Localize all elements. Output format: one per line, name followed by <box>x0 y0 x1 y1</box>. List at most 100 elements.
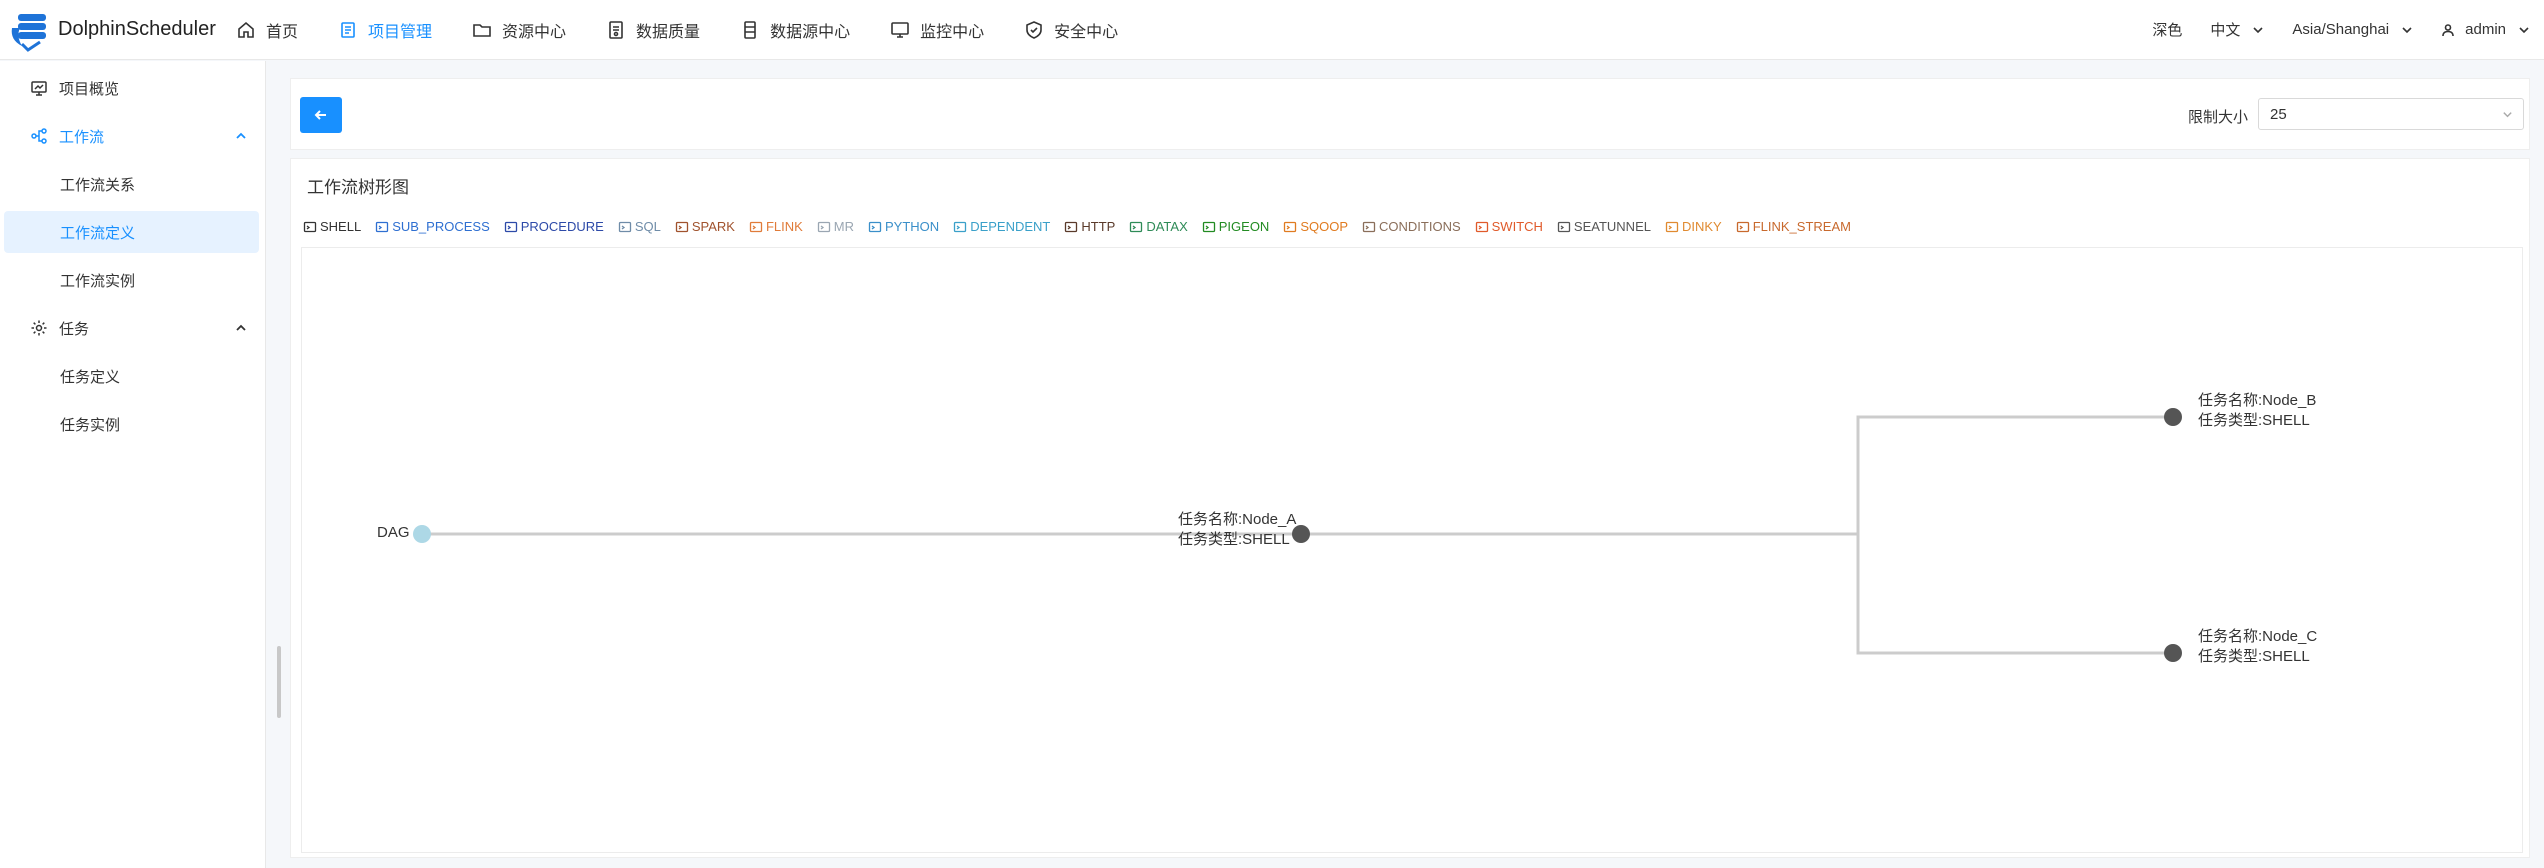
pigeon-icon <box>1202 221 1215 232</box>
monitor-icon <box>891 21 909 38</box>
sidebar-resize-handle[interactable] <box>277 646 281 718</box>
tree-node-root[interactable] <box>413 525 431 543</box>
home-icon <box>238 21 254 38</box>
tree-node-b[interactable] <box>2164 408 2182 426</box>
python-icon <box>868 221 882 232</box>
tree-canvas[interactable]: DAG 任务名称:Node_A 任务类型:SHELL 任务名称:Node_B 任… <box>301 247 2523 853</box>
sidebar-group-task[interactable]: 任务 <box>4 307 259 349</box>
header-right: 深色 中文 Asia/Shanghai admin <box>2138 0 2544 59</box>
dolphinscheduler-logo-icon <box>11 13 46 52</box>
node-name-line: 任务名称:Node_B <box>2198 392 2317 409</box>
workflow-icon <box>31 128 47 144</box>
timezone-select[interactable]: Asia/Shanghai <box>2278 21 2427 38</box>
legend-item-python: PYTHON <box>868 219 939 234</box>
legend-label: SWITCH <box>1491 219 1543 234</box>
nav-label: 安全中心 <box>1054 23 1119 41</box>
back-button[interactable] <box>300 97 342 133</box>
sidebar-item-label: 任务定义 <box>60 368 121 386</box>
nav-project[interactable]: 项目管理 <box>318 0 452 59</box>
theme-label: 深色 <box>2152 22 2183 39</box>
sidebar: 项目概览 工作流 工作流关系 工作流定义 工作流实例 任务 任务定义 任务实例 <box>0 61 266 868</box>
app-name: DolphinScheduler <box>58 18 216 40</box>
theme-toggle[interactable]: 深色 <box>2138 19 2196 40</box>
limit-size-select[interactable]: 25 <box>2258 98 2524 130</box>
language-select[interactable]: 中文 <box>2196 19 2278 40</box>
language-label: 中文 <box>2210 22 2241 39</box>
limit-size-label: 限制大小 <box>2188 109 2249 126</box>
legend-item-flink: FLINK <box>749 219 803 234</box>
legend-item-procedure: PROCEDURE <box>504 219 604 234</box>
legend-item-mr: MR <box>817 219 854 234</box>
tree-node-label-a: 任务名称:Node_A 任务类型:SHELL <box>1178 510 1296 550</box>
user-menu[interactable]: admin <box>2427 21 2544 38</box>
node-name-line: 任务名称:Node_A <box>1178 511 1297 528</box>
nav-data-quality[interactable]: 数据质量 <box>586 0 720 59</box>
legend-item-sub-process: SUB_PROCESS <box>375 219 490 234</box>
overview-icon <box>31 81 47 96</box>
legend-label: SQOOP <box>1300 219 1349 234</box>
data-quality-icon <box>609 20 623 39</box>
legend-label: PYTHON <box>885 219 940 234</box>
http-icon <box>1065 221 1078 232</box>
project-icon <box>341 21 355 38</box>
node-type-line: 任务类型:SHELL <box>1178 531 1290 548</box>
nav-home[interactable]: 首页 <box>216 0 318 59</box>
nav-resource[interactable]: 资源中心 <box>452 0 586 59</box>
sidebar-item-overview[interactable]: 项目概览 <box>4 67 259 109</box>
sidebar-item-workflow-instance[interactable]: 工作流实例 <box>4 259 259 301</box>
legend-item-http: HTTP <box>1064 219 1115 234</box>
datax-icon <box>1130 221 1143 232</box>
logo[interactable]: DolphinScheduler <box>6 6 216 54</box>
procedure-icon <box>504 221 517 232</box>
nav-security[interactable]: 安全中心 <box>1004 0 1138 59</box>
legend-label: SPARK <box>691 219 735 234</box>
legend-item-conditions: CONDITIONS <box>1362 219 1461 234</box>
flink-stream-icon <box>1736 221 1749 232</box>
switch-icon <box>1475 221 1488 232</box>
legend-label: DATAX <box>1146 219 1188 234</box>
seatunnel-icon <box>1557 221 1571 232</box>
tree-title: 工作流树形图 <box>307 178 409 197</box>
tree-link-a-c <box>1856 534 2173 655</box>
legend-item-datax: DATAX <box>1129 219 1188 234</box>
datasource-icon <box>744 20 756 39</box>
nav-label: 资源中心 <box>502 23 567 41</box>
task-type-legend: SHELL SUB_PROCESS PROCEDURE SQL SPARK FLINK MR… <box>303 219 1865 234</box>
tree-node-c[interactable] <box>2164 644 2182 662</box>
tree-svg <box>413 408 2182 662</box>
legend-label: CONDITIONS <box>1379 219 1461 234</box>
legend-item-sql: SQL <box>618 219 661 234</box>
legend-label: HTTP <box>1081 219 1116 234</box>
legend-label: FLINK_STREAM <box>1752 219 1851 234</box>
nav-datasource[interactable]: 数据源中心 <box>720 0 870 59</box>
node-type-line: 任务类型:SHELL <box>2198 648 2310 665</box>
nav-label: 数据源中心 <box>770 23 851 41</box>
nav-monitor[interactable]: 监控中心 <box>870 0 1004 59</box>
legend-label: FLINK <box>765 219 803 234</box>
sidebar-item-task-instance[interactable]: 任务实例 <box>4 403 259 445</box>
tree-link-a-b <box>1301 415 2173 536</box>
sidebar-item-task-definition[interactable]: 任务定义 <box>4 355 259 397</box>
legend-label: DINKY <box>1681 219 1722 234</box>
tree-node-label-b: 任务名称:Node_B 任务类型:SHELL <box>2198 391 2316 431</box>
gear-icon <box>31 320 47 336</box>
arrow-left-icon <box>314 110 326 120</box>
legend-item-spark: SPARK <box>675 219 735 234</box>
chevron-up-icon <box>236 324 246 331</box>
sidebar-item-workflow-relation[interactable]: 工作流关系 <box>4 163 259 205</box>
sidebar-item-label: 工作流实例 <box>60 272 136 290</box>
limit-size-value: 25 <box>2270 105 2287 123</box>
main-nav: 首页 项目管理 资源中心 数据质量 数据源中心 监控中心 安全中心 <box>216 0 1138 59</box>
legend-item-dependent: DEPENDENT <box>953 219 1050 234</box>
sub-process-icon <box>376 221 389 232</box>
sidebar-item-label: 项目概览 <box>59 80 120 98</box>
shell-icon <box>303 221 317 232</box>
node-type-line: 任务类型:SHELL <box>2198 412 2310 429</box>
legend-label: SQL <box>634 219 661 234</box>
legend-label: DEPENDENT <box>970 219 1051 234</box>
sidebar-group-label: 任务 <box>59 320 90 338</box>
sidebar-group-workflow[interactable]: 工作流 <box>4 115 259 157</box>
mr-icon <box>817 221 830 232</box>
sidebar-item-workflow-definition[interactable]: 工作流定义 <box>4 211 259 253</box>
nav-label: 首页 <box>266 23 299 41</box>
